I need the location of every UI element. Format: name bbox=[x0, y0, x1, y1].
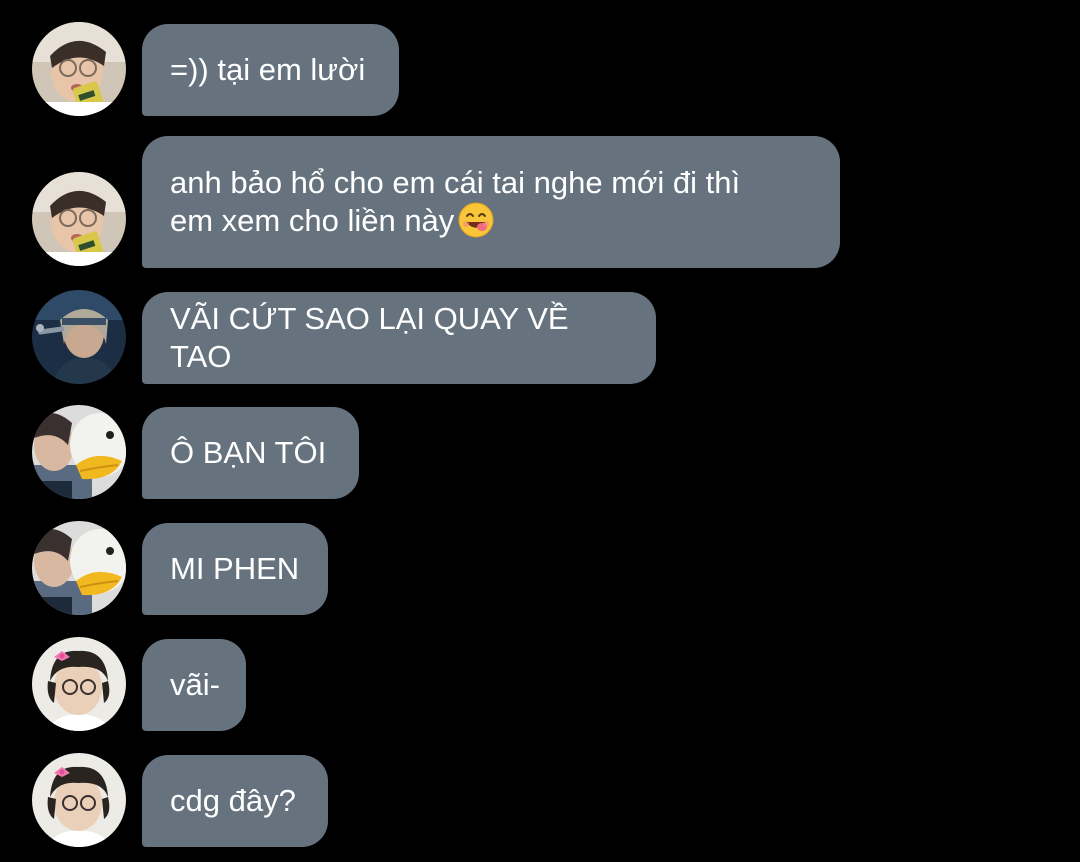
message-row: cdg đây? bbox=[0, 751, 1080, 847]
chat-message-list: =)) tại em lười anh bảo hổ cho em cái ta… bbox=[0, 0, 1080, 862]
avatar-bow-boy-icon[interactable] bbox=[32, 637, 126, 731]
message-text: VÃI CỨT SAO LẠI QUAY VỀ TAO bbox=[170, 301, 577, 374]
message-row: MI PHEN bbox=[0, 519, 1080, 615]
avatar-glasses-boy-icon[interactable] bbox=[32, 172, 126, 266]
message-row: =)) tại em lười bbox=[0, 20, 1080, 116]
message-text: MI PHEN bbox=[170, 551, 300, 586]
yum-face-emoji-icon bbox=[458, 202, 494, 238]
message-bubble[interactable]: =)) tại em lười bbox=[142, 24, 399, 116]
avatar-glasses-boy-icon[interactable] bbox=[32, 22, 126, 116]
avatar-singer-headband-icon[interactable] bbox=[32, 290, 126, 384]
message-row: vãi- bbox=[0, 635, 1080, 731]
message-bubble[interactable]: anh bảo hổ cho em cái tai nghe mới đi th… bbox=[142, 136, 840, 268]
message-row: VÃI CỨT SAO LẠI QUAY VỀ TAO bbox=[0, 288, 1080, 384]
message-text: vãi- bbox=[170, 667, 220, 702]
message-bubble[interactable]: cdg đây? bbox=[142, 755, 328, 847]
avatar-bow-boy-icon[interactable] bbox=[32, 753, 126, 847]
message-text: anh bảo hổ cho em cái tai nghe mới đi th… bbox=[170, 165, 741, 238]
message-text: =)) tại em lười bbox=[170, 52, 366, 87]
message-text: Ô BẠN TÔI bbox=[170, 435, 327, 470]
avatar-duck-plush-icon[interactable] bbox=[32, 405, 126, 499]
message-row: anh bảo hổ cho em cái tai nghe mới đi th… bbox=[0, 136, 1080, 268]
avatar-duck-plush-icon[interactable] bbox=[32, 521, 126, 615]
message-bubble[interactable]: Ô BẠN TÔI bbox=[142, 407, 359, 499]
message-bubble[interactable]: MI PHEN bbox=[142, 523, 328, 615]
message-row: Ô BẠN TÔI bbox=[0, 403, 1080, 499]
message-bubble[interactable]: VÃI CỨT SAO LẠI QUAY VỀ TAO bbox=[142, 292, 656, 384]
message-text: cdg đây? bbox=[170, 783, 296, 818]
message-bubble[interactable]: vãi- bbox=[142, 639, 246, 731]
